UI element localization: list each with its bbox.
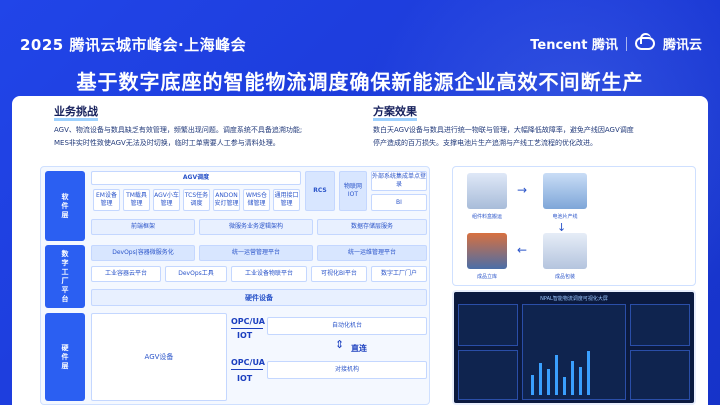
agv-device-box: AGV设备 (91, 313, 227, 401)
bi-box: BI (371, 194, 427, 211)
arrow-left-icon: ← (517, 243, 528, 257)
dashboard-screenshot: NPAL智能物流调度可视化大屏 (452, 290, 696, 405)
connector-line-1 (231, 328, 263, 329)
dashboard-panel-3 (630, 304, 690, 346)
caption-battery-line: 电池片产线 (552, 214, 578, 220)
dashboard-bar (563, 377, 566, 395)
hardware-devices-box: 硬件设备 (91, 289, 427, 306)
caption-material-handling: 组件料盒搬运 (471, 214, 502, 220)
auto-machine-box: 自动化机台 (267, 317, 427, 335)
tencent-logo: Tencent 腾讯 (530, 38, 618, 53)
opc-ua-label-2: OPC/UA (231, 358, 265, 367)
architecture-diagram: 软件层 AGV调度 RCS 物联网IOT 外部系统集成单点登录 BI EM设备管… (40, 166, 430, 405)
solution-line-1: 数白天AGV设备与数具进行统一物联与管理，大幅降低故障率，避免产线因AGV调度 (373, 126, 634, 134)
storage-box: 数据存储层服务 (317, 219, 427, 235)
warehouse-image (467, 233, 507, 269)
challenges-line-1: AGV、物流设备与数具缺乏有效管理，频繁出现问题。调度系统不具备追溯功能; (54, 126, 303, 134)
solution-text: 数白天AGV设备与数具进行统一物联与管理，大幅降低故障率，避免产线因AGV调度 … (373, 124, 703, 150)
iot-box: 物联网IOT (339, 171, 367, 211)
dashboard-bar (555, 355, 558, 395)
solution-line-2: 停产造成的百万损失。支撑电池片生产追溯与产线工艺流程的优化改进。 (373, 139, 597, 147)
material-handling-image (467, 173, 507, 209)
tencent-cloud-logo: 腾讯云 (662, 38, 702, 53)
challenges-text: AGV、物流设备与数具缺乏有效管理，频繁出现问题。调度系统不具备追溯功能; ME… (54, 124, 384, 150)
agv-dispatch-box: AGV调度 (91, 171, 301, 185)
iot-platform-box: 工业设备物联平台 (231, 266, 307, 282)
frontend-box: 前端框架 (91, 219, 195, 235)
dashboard-panel-1 (458, 304, 518, 346)
module-tcs: TCS任务调度 (183, 189, 210, 211)
dashboard-bar (547, 369, 550, 395)
cloud-icon (634, 33, 655, 50)
up-down-arrow-icon: ⇕ (335, 338, 345, 351)
challenges-line-2: MES非实时性致使AGV无法及时切换，临时工单需要人工参与清料处理。 (54, 139, 280, 147)
caption-warehouse: 成品立库 (476, 274, 497, 280)
hardware-layer-label: 硬件层 (45, 313, 85, 401)
dashboard-panel-2 (458, 350, 518, 400)
microservice-box: 微服务业务逻辑架构 (199, 219, 313, 235)
packaging-image (543, 233, 587, 269)
module-interface: 通用接口管理 (273, 189, 300, 211)
devops-tools-box: DevOps工具 (165, 266, 227, 282)
devops-container-box: DevOps|容器微服务化 (91, 245, 195, 261)
connector-line-2 (231, 369, 263, 370)
brand-logos: Tencent 腾讯 腾讯云 (530, 33, 702, 53)
rcs-box: RCS (305, 171, 335, 211)
dashboard-panel-4 (630, 350, 690, 400)
event-title: 2025 腾讯云城市峰会·上海峰会 (20, 36, 247, 54)
battery-line-image (543, 173, 587, 209)
opc-ua-label-1: OPC/UA (231, 317, 265, 326)
direct-connect-label: 直连 (351, 344, 367, 353)
iot-label-1: IOT (237, 331, 253, 340)
maintenance-platform-box: 统一运维管理平台 (317, 245, 427, 261)
caption-packaging: 成品包装 (554, 274, 575, 280)
module-andon: ANDON安灯管理 (213, 189, 240, 211)
docking-box: 对接机构 (267, 361, 427, 379)
arrow-right-icon: → (517, 183, 528, 197)
dashboard-bar (579, 367, 582, 395)
module-agv: AGV小车管理 (153, 189, 180, 211)
digital-layer-label: 数字工厂平台 (45, 245, 85, 308)
dashboard-bar (539, 363, 542, 395)
software-layer-label: 软件层 (45, 171, 85, 241)
solution-heading: 方案效果 (373, 105, 417, 121)
dashboard-bar (531, 375, 534, 395)
external-integration-box: 外部系统集成单点登录 (371, 171, 427, 191)
dashboard-panel-center (522, 304, 626, 400)
iot-label-2: IOT (237, 374, 253, 383)
module-wms: WMS仓储管理 (243, 189, 270, 211)
module-em: EM设备管理 (93, 189, 120, 211)
dashboard-bar (587, 351, 590, 395)
factory-portal-box: 数字工厂门户 (371, 266, 427, 282)
process-flow: 组件料盒搬运 → 电池片产线 ↓ 成品立库 ← 成品包装 (452, 166, 696, 286)
bi-platform-box: 可视化BI平台 (311, 266, 367, 282)
challenges-heading: 业务挑战 (54, 105, 98, 121)
dashboard-bar (571, 361, 574, 395)
dashboard-title: NPAL智能物流调度可视化大屏 (540, 296, 608, 302)
module-tm: TM载具管理 (123, 189, 150, 211)
ops-platform-box: 统一运营管理平台 (199, 245, 313, 261)
brand-divider (625, 36, 627, 51)
page-title: 基于数字底座的智能物流调度确保新能源企业高效不间断生产 (76, 70, 644, 94)
container-cloud-box: 工业容器云平台 (91, 266, 161, 282)
